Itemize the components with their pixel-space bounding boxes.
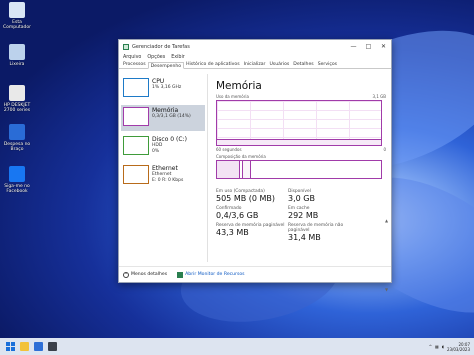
desktop-icon-image <box>9 166 25 182</box>
resource-detail: 0% <box>152 148 160 154</box>
resource-name: Disco 0 (C:) <box>152 136 187 143</box>
scroll-up-icon[interactable]: ▲ <box>385 218 388 223</box>
desktop-icon-label: Siga-me no Facebook <box>4 184 30 194</box>
clock[interactable]: 20:07 23/03/2023 <box>447 342 470 352</box>
system-tray: ^ ▦ ◖ 20:07 23/03/2023 <box>429 342 474 352</box>
stat-value: 3,0 GB <box>288 194 315 203</box>
graph-time-right: 0 <box>383 147 386 152</box>
resource-name: CPU <box>152 78 165 85</box>
tab-processos[interactable]: Processos <box>121 61 148 68</box>
desktop-icon-image <box>9 124 25 140</box>
taskbar: ^ ▦ ◖ 20:07 23/03/2023 <box>0 338 474 355</box>
graph-time-left: 60 segundos <box>216 147 242 152</box>
start-button[interactable] <box>6 342 15 351</box>
desktop-icon[interactable]: HP DESKJET 2700 series <box>2 85 32 113</box>
desktop-icon-label: Esta Computador <box>3 20 31 30</box>
scroll-down-icon[interactable]: ▼ <box>385 287 388 292</box>
window-title: Gerenciador de Tarefas <box>132 43 190 50</box>
stat-in-use: Em uso (Compactada) 505 MB (0 MB) <box>216 189 288 203</box>
memory-details: Memória Uso da memória 3,1 GB 60 segundo… <box>216 80 386 242</box>
file-explorer-icon[interactable] <box>20 342 29 351</box>
title-bar[interactable]: Gerenciador de Tarefas — □ ✕ <box>119 40 391 53</box>
task-manager-icon <box>123 43 129 50</box>
cpu-thumbnail-graph <box>123 78 149 97</box>
resource-detail: E: 0 R: 0 Kbps <box>152 177 184 183</box>
desktop-icon-image <box>9 85 25 101</box>
memory-composition-bar <box>216 160 382 179</box>
stat-paged-pool: Reserva de memória paginável 43,3 MB <box>216 223 288 242</box>
memory-usage-graph <box>216 100 382 146</box>
stat-label: Reserva de memória não paginável <box>288 223 344 233</box>
desktop-icon[interactable]: Siga-me no Facebook <box>2 166 32 194</box>
disk-thumbnail-graph <box>123 136 149 155</box>
clock-date: 23/03/2023 <box>446 346 470 352</box>
resource-name: Memória <box>152 107 179 114</box>
stat-nonpaged-pool: Reserva de memória não paginável 31,4 MB <box>288 223 360 242</box>
tab-inicializar[interactable]: Inicializar <box>242 61 268 68</box>
graph-max-label: 3,1 GB <box>372 94 386 99</box>
resource-monitor-icon <box>177 271 184 278</box>
menu-opcoes[interactable]: Opções <box>147 55 165 60</box>
composition-label: Composição da memória <box>216 154 266 159</box>
memory-thumbnail-graph <box>123 107 149 126</box>
desktop-icon[interactable]: Despesa no Braço <box>2 124 32 152</box>
network-icon[interactable]: ▦ <box>435 344 439 349</box>
chevron-up-icon[interactable]: ⌃ <box>123 271 129 278</box>
tab-desempenho[interactable]: Desempenho <box>147 62 185 69</box>
desktop-icon-label: Lixeira <box>9 62 25 67</box>
stat-cached: Em cache 292 MB <box>288 206 360 220</box>
store-icon[interactable] <box>34 342 43 351</box>
desktop-icon[interactable]: Esta Computador <box>2 2 32 30</box>
desktop-icon-label: HP DESKJET 2700 series <box>3 103 31 113</box>
resource-item-cpu[interactable]: CPU 1% 3,16 GHz <box>121 76 205 102</box>
menu-exibir[interactable]: Exibir <box>171 55 185 60</box>
less-details-button[interactable]: Menos detalhes <box>131 272 167 277</box>
resource-list: CPU 1% 3,16 GHz Memória 0,3/3,1 GB (14%)… <box>121 76 205 192</box>
resource-name: Ethernet <box>152 165 178 172</box>
memory-stats: Em uso (Compactada) 505 MB (0 MB) Dispon… <box>216 189 386 242</box>
resource-item-ethernet[interactable]: Ethernet Ethernet E: 0 R: 0 Kbps <box>121 163 205 189</box>
minimize-button[interactable]: — <box>346 43 361 50</box>
maximize-button[interactable]: □ <box>361 43 376 50</box>
tray-chevron-icon[interactable]: ^ <box>429 344 432 349</box>
desktop-icon-image <box>9 2 25 18</box>
tab-historico[interactable]: Histórico de aplicativos <box>184 61 242 68</box>
graph-label: Uso da memória <box>216 94 249 99</box>
composition-standby <box>243 161 252 178</box>
stat-value: 505 MB (0 MB) <box>216 194 276 203</box>
stat-value: 43,3 MB <box>216 228 249 237</box>
resource-item-disk[interactable]: Disco 0 (C:) HDD 0% <box>121 134 205 160</box>
stat-available: Disponível 3,0 GB <box>288 189 360 203</box>
menu-arquivo[interactable]: Arquivo <box>123 55 141 60</box>
desktop-icon[interactable]: Lixeira <box>2 44 32 67</box>
ethernet-thumbnail-graph <box>123 165 149 184</box>
performance-pane: CPU 1% 3,16 GHz Memória 0,3/3,1 GB (14%)… <box>119 70 391 292</box>
resource-item-memory[interactable]: Memória 0,3/3,1 GB (14%) <box>121 105 205 131</box>
desktop-icon-label: Despesa no Braço <box>3 142 31 152</box>
stat-committed: Confirmado 0,4/3,6 GB <box>216 206 288 220</box>
composition-in-use <box>217 161 240 178</box>
task-manager-window: Gerenciador de Tarefas — □ ✕ Arquivo Opç… <box>118 39 392 292</box>
window-footer: ⌃ Menos detalhes Abrir Monitor de Recurs… <box>119 266 391 282</box>
tab-detalhes[interactable]: Detalhes <box>291 61 315 68</box>
open-resource-monitor-link[interactable]: Abrir Monitor de Recursos <box>185 272 244 277</box>
resource-detail: 0,3/3,1 GB (14%) <box>152 114 191 119</box>
tab-usuarios[interactable]: Usuários <box>267 61 291 68</box>
close-button[interactable]: ✕ <box>376 43 391 50</box>
resource-detail: 1% 3,16 GHz <box>152 85 182 90</box>
menu-bar: Arquivo Opções Exibir <box>119 53 391 61</box>
tab-servicos[interactable]: Serviços <box>316 61 339 68</box>
stat-value: 31,4 MB <box>288 233 321 242</box>
memory-usage-fill <box>217 138 381 145</box>
task-manager-icon[interactable] <box>48 342 57 351</box>
pane-divider <box>207 74 208 262</box>
tab-bar: Processos Desempenho Histórico de aplica… <box>119 61 391 69</box>
volume-icon[interactable]: ◖ <box>442 344 444 349</box>
desktop-icon-image <box>9 44 25 60</box>
stat-value: 292 MB <box>288 211 319 220</box>
stat-value: 0,4/3,6 GB <box>216 211 259 220</box>
scrollbar[interactable]: ▲ ▼ <box>385 218 388 294</box>
page-title: Memória <box>216 80 262 92</box>
